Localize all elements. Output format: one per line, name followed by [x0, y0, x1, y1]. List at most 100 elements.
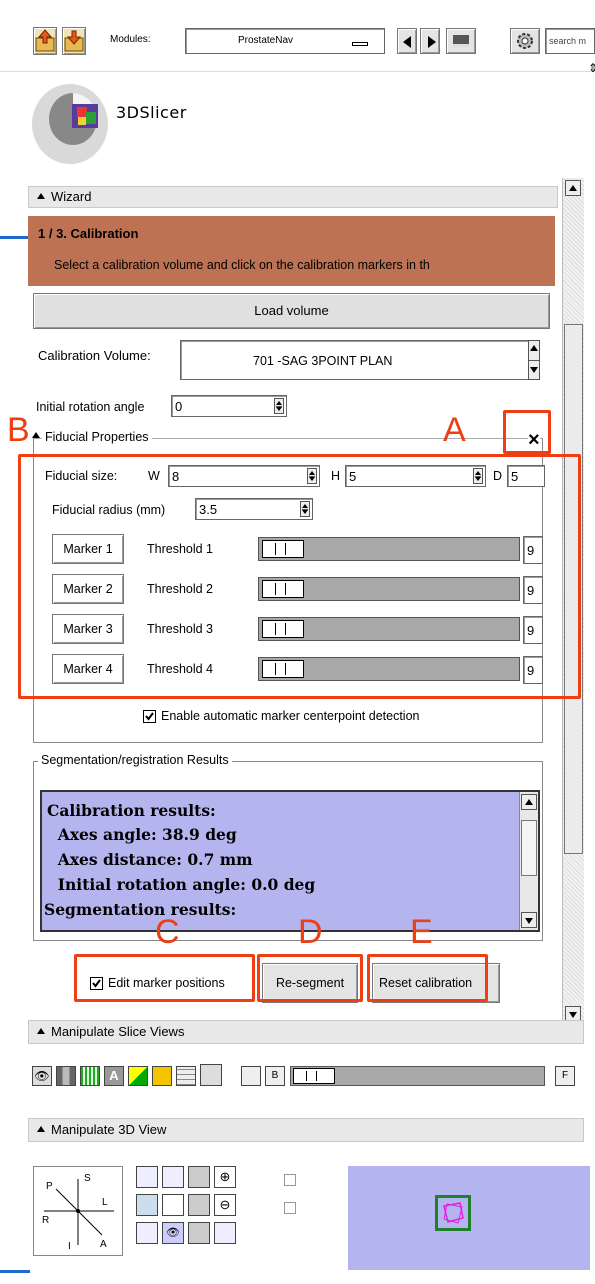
- axis-i-label[interactable]: I: [68, 1241, 71, 1252]
- slice-views-header[interactable]: Manipulate Slice Views: [28, 1020, 584, 1044]
- resize-handle-icon[interactable]: ⇕: [588, 62, 595, 74]
- slider-thumb[interactable]: [293, 1068, 335, 1084]
- module-selector[interactable]: ProstateNav: [185, 28, 385, 54]
- crosshair-icon[interactable]: [152, 1066, 172, 1086]
- save-scene-button[interactable]: [62, 27, 86, 55]
- load-volume-label: Load volume: [254, 303, 329, 318]
- orientation-widget[interactable]: S P L R I A: [33, 1166, 123, 1256]
- slice-layout-icon[interactable]: [241, 1066, 261, 1086]
- center-view-icon[interactable]: [162, 1166, 184, 1188]
- annotation-box-b: [18, 454, 581, 699]
- auto-detect-checkbox[interactable]: [143, 710, 156, 723]
- annotation-text-icon[interactable]: A: [104, 1066, 124, 1086]
- axis-a-label[interactable]: A: [100, 1239, 107, 1250]
- results-line: Axes angle: 38.9 deg: [47, 825, 237, 844]
- slice-fov-icon[interactable]: [56, 1066, 76, 1086]
- roll-icon[interactable]: [136, 1194, 158, 1216]
- step-title: 1 / 3. Calibration: [38, 226, 139, 241]
- load-scene-button[interactable]: [33, 27, 57, 55]
- arrow-up-icon: [569, 185, 577, 191]
- scroll-up-button[interactable]: [565, 180, 581, 196]
- slice-fit-icon[interactable]: F: [555, 1066, 575, 1086]
- results-scrollbar[interactable]: [519, 792, 538, 930]
- arrow-down-icon: [525, 918, 533, 924]
- spin-checkbox[interactable]: [284, 1174, 296, 1186]
- collapse-triangle-icon: [37, 193, 45, 199]
- slicer-sphere-logo-icon: [32, 84, 108, 164]
- guide-line-bottom: [0, 1270, 30, 1273]
- spin-up-icon: [530, 345, 538, 351]
- scroll-down-button[interactable]: [521, 912, 537, 928]
- logo-text-slicer: Slicer: [139, 103, 187, 122]
- annotation-label-d: D: [298, 913, 323, 951]
- calibration-volume-spinner[interactable]: [528, 340, 540, 380]
- rock-checkbox[interactable]: [284, 1202, 296, 1214]
- annotation-label-a: A: [443, 411, 466, 449]
- view3d-preview[interactable]: [348, 1166, 590, 1270]
- step-description: Select a calibration volume and click on…: [54, 258, 430, 272]
- collapse-triangle-icon: [37, 1126, 45, 1132]
- fiducial-collapse-icon[interactable]: [32, 432, 40, 438]
- calibration-volume-label: Calibration Volume:: [38, 348, 151, 363]
- axis-l-label[interactable]: L: [102, 1197, 108, 1208]
- folder-down-icon: [64, 30, 84, 52]
- calibration-volume-select[interactable]: 701 -SAG 3POINT PLAN: [180, 340, 538, 380]
- crosshair-grid-icon[interactable]: [176, 1066, 196, 1086]
- annotation-box-a: [503, 410, 551, 454]
- box-view-icon[interactable]: [162, 1194, 184, 1216]
- rock-icon[interactable]: [300, 1194, 324, 1218]
- scroll-up-button[interactable]: [521, 794, 537, 810]
- gear-icon: [517, 33, 533, 49]
- spin-icon[interactable]: [300, 1166, 324, 1190]
- slice-views-toolbar: 👁 A B F: [28, 1056, 584, 1100]
- spinbox-arrows-icon[interactable]: [274, 398, 284, 414]
- results-header: Segmentation/registration Results: [38, 753, 232, 767]
- view3d-header-label: Manipulate 3D View: [51, 1122, 167, 1137]
- axis-p-label[interactable]: P: [46, 1181, 53, 1192]
- initial-rotation-label: Initial rotation angle: [36, 400, 145, 414]
- slicer-logo-text: 3DSlicer: [116, 103, 187, 122]
- spin-down-icon: [530, 367, 538, 373]
- slice-overlay-icon[interactable]: B: [265, 1066, 285, 1086]
- module-search-input[interactable]: search m: [545, 28, 595, 54]
- zoom-in-icon[interactable]: ⊕: [214, 1166, 236, 1188]
- collapse-triangle-icon: [37, 1028, 45, 1034]
- spatial-unit-icon[interactable]: [200, 1064, 222, 1086]
- module-back-button[interactable]: [397, 28, 417, 54]
- guide-line-top: [0, 236, 30, 239]
- folder-up-icon: [35, 29, 55, 52]
- visibility-eye-icon[interactable]: 👁: [162, 1222, 184, 1244]
- module-history-button[interactable]: [446, 28, 476, 54]
- wizard-header[interactable]: Wizard: [28, 186, 558, 208]
- results-line: Axes distance: 0.7 mm: [47, 850, 253, 869]
- module-forward-button[interactable]: [420, 28, 440, 54]
- zoom-out-icon[interactable]: ⊖: [214, 1194, 236, 1216]
- arrow-up-icon: [525, 799, 533, 805]
- load-volume-button[interactable]: Load volume: [33, 293, 550, 329]
- camera-icon[interactable]: [188, 1166, 210, 1188]
- view3d-header[interactable]: Manipulate 3D View: [28, 1118, 584, 1142]
- initial-rotation-value: 0: [175, 399, 183, 414]
- slice-opacity-slider[interactable]: [290, 1066, 545, 1086]
- pitch-rotate-icon[interactable]: [136, 1166, 158, 1188]
- spin-divider: [529, 360, 539, 361]
- visibility-eye-icon[interactable]: 👁: [32, 1066, 52, 1086]
- annotation-box-e: [367, 954, 488, 1002]
- yaw-icon[interactable]: [136, 1222, 158, 1244]
- results-line: Segmentation results:: [44, 900, 237, 919]
- initial-rotation-input[interactable]: 0: [171, 395, 287, 417]
- camera-snapshot-icon[interactable]: [188, 1194, 210, 1216]
- triangle-right-icon: [428, 36, 436, 48]
- results-textbox[interactable]: Calibration results: Axes angle: 38.9 de…: [40, 790, 540, 932]
- annotation-box-d: [257, 954, 363, 1002]
- slice-grid-green-icon[interactable]: [80, 1066, 100, 1086]
- axis-s-label[interactable]: S: [84, 1173, 91, 1184]
- axis-r-label[interactable]: R: [42, 1215, 49, 1226]
- calibration-volume-value: 701 -SAG 3POINT PLAN: [253, 354, 393, 368]
- module-settings-button[interactable]: [510, 28, 540, 54]
- preview-box-icon: [435, 1195, 471, 1231]
- stereo-icon[interactable]: [214, 1222, 236, 1244]
- layout-colored-icon[interactable]: [128, 1066, 148, 1086]
- screenshot-icon[interactable]: [188, 1222, 210, 1244]
- results-scroll-thumb[interactable]: [521, 820, 537, 876]
